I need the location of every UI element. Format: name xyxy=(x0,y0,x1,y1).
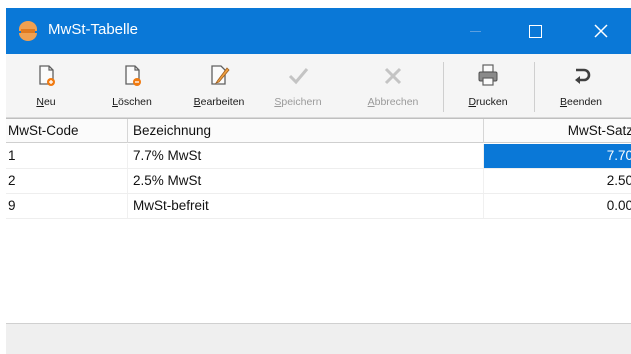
maximize-button[interactable] xyxy=(506,8,564,54)
table-row[interactable]: 1 7.7% MwSt 7.70 xyxy=(6,144,631,169)
exit-button-label: Beenden xyxy=(559,96,603,108)
delete-button-label: Löschen xyxy=(112,96,152,108)
title-bar[interactable]: MwSt-Tabelle xyxy=(6,8,631,54)
toolbar: Neu Löschen Bearbeiten Speichern Abbrech… xyxy=(6,54,631,118)
cancel-button[interactable]: Abbrechen xyxy=(360,58,426,114)
edit-button[interactable]: Bearbeiten xyxy=(186,58,252,114)
cancel-button-label: Abbrechen xyxy=(367,96,419,108)
delete-button[interactable]: Löschen xyxy=(106,58,158,114)
delete-document-icon xyxy=(125,65,141,86)
cell-code: 1 xyxy=(6,144,128,168)
checkmark-icon xyxy=(288,68,309,85)
close-button[interactable] xyxy=(572,8,630,54)
table-row[interactable]: 9 MwSt-befreit 0.00 xyxy=(6,194,631,219)
close-icon xyxy=(594,24,608,38)
table-header: MwSt-Code Bezeichnung MwSt-Satz xyxy=(6,119,631,143)
column-header-code[interactable]: MwSt-Code xyxy=(6,119,128,143)
cancel-x-icon xyxy=(384,67,402,85)
app-logo-icon xyxy=(19,21,37,41)
status-bar xyxy=(6,324,631,354)
cell-description: 2.5% MwSt xyxy=(128,169,484,193)
cell-code: 2 xyxy=(6,169,128,193)
cell-code: 9 xyxy=(6,194,128,218)
print-button[interactable]: Drucken xyxy=(458,58,518,114)
window-title: MwSt-Tabelle xyxy=(48,21,139,38)
cell-rate-selected[interactable]: 7.70 xyxy=(484,144,631,168)
column-header-description[interactable]: Bezeichnung xyxy=(128,119,484,143)
cell-description: MwSt-befreit xyxy=(128,194,484,218)
save-button-label: Speichern xyxy=(274,96,322,108)
exit-button[interactable]: Beenden xyxy=(551,58,611,114)
minimize-button[interactable] xyxy=(446,8,504,54)
column-header-rate[interactable]: MwSt-Satz xyxy=(484,119,631,143)
print-button-label: Drucken xyxy=(468,96,508,108)
minimize-icon xyxy=(469,30,481,32)
printer-icon xyxy=(478,64,498,86)
vat-table[interactable]: MwSt-Code Bezeichnung MwSt-Satz 1 7.7% M… xyxy=(6,118,631,324)
toolbar-separator xyxy=(443,62,444,112)
toolbar-separator xyxy=(534,62,535,112)
cell-rate[interactable]: 2.50 xyxy=(484,169,631,193)
new-button[interactable]: Neu xyxy=(26,58,66,114)
new-button-label: Neu xyxy=(36,96,56,108)
table-row[interactable]: 2 2.5% MwSt 2.50 xyxy=(6,169,631,194)
window: MwSt-Tabelle Neu Löschen Bearbeiten Spei… xyxy=(6,8,631,354)
cell-rate[interactable]: 0.00 xyxy=(484,194,631,218)
cell-description: 7.7% MwSt xyxy=(128,144,484,168)
maximize-icon xyxy=(528,24,542,38)
exit-arrow-icon xyxy=(575,68,591,84)
edit-pencil-icon xyxy=(211,65,230,85)
save-button[interactable]: Speichern xyxy=(268,58,328,114)
edit-button-label: Bearbeiten xyxy=(193,96,245,108)
new-document-icon xyxy=(39,65,55,86)
